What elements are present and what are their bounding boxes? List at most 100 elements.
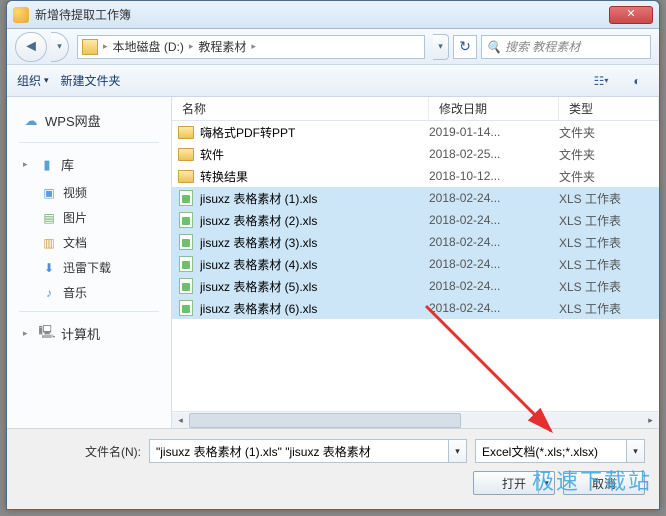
folder-icon: [178, 124, 194, 140]
nav-row: ◄ ▾ ▸ 本地磁盘 (D:) ▸ 教程素材 ▸ ▾ ↻ 🔍 搜索 教程素材: [7, 29, 659, 65]
file-type: XLS 工作表: [559, 190, 659, 207]
filename-input[interactable]: "jisuxz 表格素材 (1).xls" "jisuxz 表格素材 ▾: [149, 439, 467, 463]
file-name: jisuxz 表格素材 (5).xls: [200, 278, 429, 295]
expand-icon: ▸: [23, 159, 33, 170]
drive-icon: [82, 39, 98, 55]
file-name: 软件: [200, 146, 429, 163]
sidebar-item-documents[interactable]: ▥文档: [7, 230, 171, 255]
file-name: jisuxz 表格素材 (1).xls: [200, 190, 429, 207]
sidebar-item-xunlei[interactable]: ⬇迅雷下载: [7, 255, 171, 280]
breadcrumb-folder[interactable]: 教程素材: [196, 38, 248, 55]
xls-icon: [178, 212, 194, 228]
search-placeholder: 搜索 教程素材: [505, 38, 580, 55]
open-dropdown[interactable]: ▾: [538, 472, 554, 494]
file-type: XLS 工作表: [559, 256, 659, 273]
file-row[interactable]: jisuxz 表格素材 (3).xls2018-02-24...XLS 工作表: [172, 231, 659, 253]
file-date: 2018-02-24...: [429, 235, 559, 249]
file-row[interactable]: 软件2018-02-25...文件夹: [172, 143, 659, 165]
organize-menu[interactable]: 组织 ▾: [17, 72, 49, 89]
file-type: 文件夹: [559, 124, 659, 141]
scroll-thumb[interactable]: [189, 413, 461, 428]
scroll-left-button[interactable]: ◂: [172, 413, 189, 428]
xls-icon: [178, 300, 194, 316]
sidebar: ☁ WPS网盘 ▸ ▮ 库 ▣视频 ▤图片 ▥文档 ⬇迅雷下载 ♪音乐 ▸ 🖳 …: [7, 97, 172, 428]
back-history-dropdown[interactable]: ▾: [51, 32, 69, 62]
file-row[interactable]: jisuxz 表格素材 (1).xls2018-02-24...XLS 工作表: [172, 187, 659, 209]
scroll-track[interactable]: [189, 413, 642, 428]
file-row[interactable]: jisuxz 表格素材 (6).xls2018-02-24...XLS 工作表: [172, 297, 659, 319]
file-row[interactable]: jisuxz 表格素材 (5).xls2018-02-24...XLS 工作表: [172, 275, 659, 297]
breadcrumb-drive[interactable]: 本地磁盘 (D:): [111, 38, 186, 55]
new-folder-button[interactable]: 新建文件夹: [61, 72, 121, 89]
pictures-icon: ▤: [41, 210, 57, 226]
separator-icon: ▸: [248, 41, 259, 52]
column-date[interactable]: 修改日期: [429, 97, 559, 120]
arrow-left-icon: ◄: [23, 38, 39, 56]
file-type: XLS 工作表: [559, 278, 659, 295]
xls-icon: [178, 234, 194, 250]
file-area: 名称 修改日期 类型 嗨格式PDF转PPT2019-01-14...文件夹软件2…: [172, 97, 659, 428]
file-date: 2018-10-12...: [429, 169, 559, 183]
back-button[interactable]: ◄: [15, 32, 47, 62]
separator-icon: ▸: [186, 41, 197, 52]
app-icon: [13, 7, 29, 23]
file-row[interactable]: jisuxz 表格素材 (4).xls2018-02-24...XLS 工作表: [172, 253, 659, 275]
search-icon: 🔍: [486, 40, 501, 54]
sidebar-item-music[interactable]: ♪音乐: [7, 280, 171, 305]
separator-icon: ▸: [100, 41, 111, 52]
file-name: jisuxz 表格素材 (6).xls: [200, 300, 429, 317]
file-date: 2018-02-24...: [429, 191, 559, 205]
file-row[interactable]: 嗨格式PDF转PPT2019-01-14...文件夹: [172, 121, 659, 143]
search-input[interactable]: 🔍 搜索 教程素材: [481, 35, 651, 59]
xls-icon: [178, 190, 194, 206]
breadcrumb-dropdown[interactable]: ▾: [433, 34, 449, 60]
chevron-down-icon[interactable]: ▾: [448, 440, 466, 462]
sidebar-wps[interactable]: ☁ WPS网盘: [7, 105, 171, 136]
file-date: 2018-02-24...: [429, 213, 559, 227]
file-row[interactable]: jisuxz 表格素材 (2).xls2018-02-24...XLS 工作表: [172, 209, 659, 231]
close-button[interactable]: ✕: [609, 6, 653, 24]
download-icon: ⬇: [41, 260, 57, 276]
video-icon: ▣: [41, 185, 57, 201]
window-title: 新增待提取工作簿: [35, 6, 609, 23]
file-date: 2018-02-24...: [429, 257, 559, 271]
breadcrumb[interactable]: ▸ 本地磁盘 (D:) ▸ 教程素材 ▸: [77, 35, 425, 59]
column-type[interactable]: 类型: [559, 97, 659, 120]
file-list[interactable]: 嗨格式PDF转PPT2019-01-14...文件夹软件2018-02-25..…: [172, 121, 659, 411]
toolbar: 组织 ▾ 新建文件夹 ☷ ▾ ◐: [7, 65, 659, 97]
horizontal-scrollbar[interactable]: ◂ ▸: [172, 411, 659, 428]
help-button[interactable]: ◐: [625, 70, 649, 92]
xls-icon: [178, 256, 194, 272]
sidebar-item-pictures[interactable]: ▤图片: [7, 205, 171, 230]
sidebar-item-video[interactable]: ▣视频: [7, 180, 171, 205]
sidebar-computer[interactable]: ▸ 🖳 计算机: [7, 318, 171, 349]
cancel-button[interactable]: 取消: [563, 471, 645, 495]
file-row[interactable]: 转换结果2018-10-12...文件夹: [172, 165, 659, 187]
expand-icon: ▸: [23, 328, 33, 339]
filename-label: 文件名(N):: [21, 443, 141, 460]
sidebar-library[interactable]: ▸ ▮ 库: [7, 149, 171, 180]
file-date: 2018-02-25...: [429, 147, 559, 161]
file-date: 2019-01-14...: [429, 125, 559, 139]
music-icon: ♪: [41, 285, 57, 301]
chevron-down-icon[interactable]: ▾: [626, 440, 644, 462]
file-type: XLS 工作表: [559, 234, 659, 251]
chevron-down-icon: ▾: [44, 75, 49, 86]
column-name[interactable]: 名称: [172, 97, 429, 120]
file-dialog: 新增待提取工作簿 ✕ ◄ ▾ ▸ 本地磁盘 (D:) ▸ 教程素材 ▸ ▾ ↻ …: [6, 0, 660, 510]
file-name: 嗨格式PDF转PPT: [200, 124, 429, 141]
library-icon: ▮: [39, 157, 55, 173]
view-mode-button[interactable]: ☷ ▾: [589, 70, 613, 92]
filetype-filter[interactable]: Excel文档(*.xls;*.xlsx) ▾: [475, 439, 645, 463]
file-name: 转换结果: [200, 168, 429, 185]
file-date: 2018-02-24...: [429, 279, 559, 293]
cloud-icon: ☁: [23, 113, 39, 129]
folder-icon: [178, 168, 194, 184]
scroll-right-button[interactable]: ▸: [642, 413, 659, 428]
documents-icon: ▥: [41, 235, 57, 251]
refresh-button[interactable]: ↻: [453, 35, 477, 59]
open-button[interactable]: 打开 ▾: [473, 471, 555, 495]
dialog-body: ☁ WPS网盘 ▸ ▮ 库 ▣视频 ▤图片 ▥文档 ⬇迅雷下载 ♪音乐 ▸ 🖳 …: [7, 97, 659, 428]
file-type: XLS 工作表: [559, 212, 659, 229]
file-name: jisuxz 表格素材 (4).xls: [200, 256, 429, 273]
